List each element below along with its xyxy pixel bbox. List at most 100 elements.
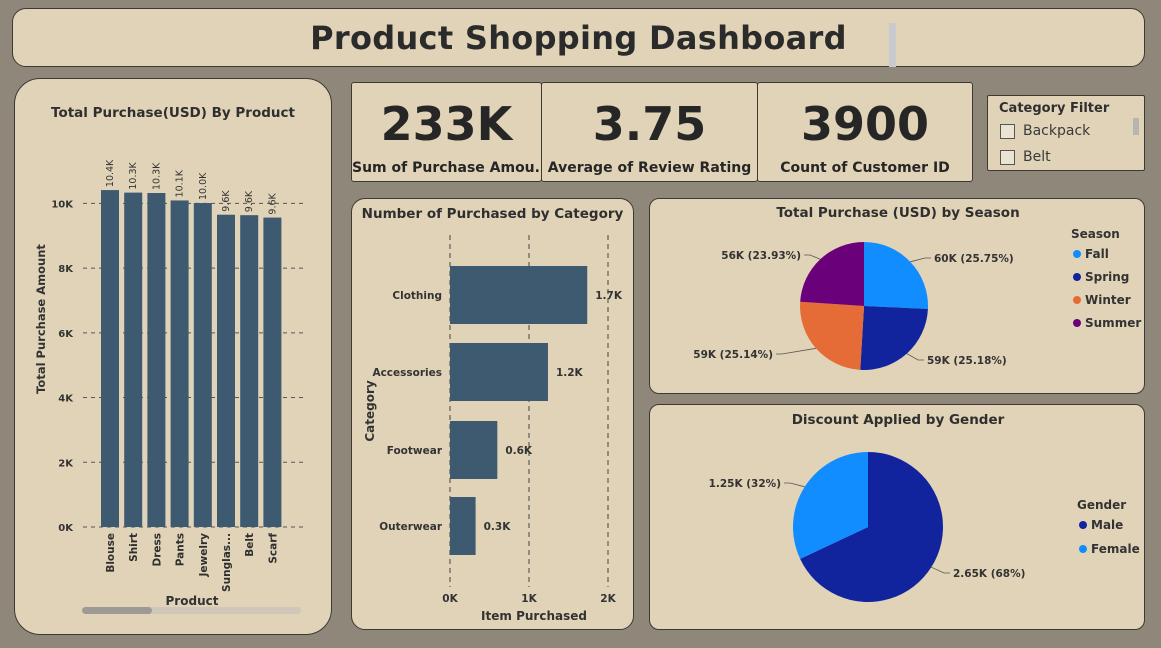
bar <box>124 192 143 528</box>
kpi-label: Count of Customer ID <box>780 160 950 176</box>
bar <box>450 343 548 401</box>
data-label: 1.7K <box>595 290 623 302</box>
legend-label: Fall <box>1085 247 1109 261</box>
data-label: 10.3K <box>151 162 162 190</box>
bar <box>240 215 259 527</box>
x-tick-label: Jewelry <box>198 533 210 578</box>
legend-label: Male <box>1091 518 1123 532</box>
data-label: 10.0K <box>198 172 209 200</box>
legend-marker <box>1079 545 1087 553</box>
leader-line <box>784 482 805 488</box>
pie-slice <box>864 242 928 310</box>
bar <box>450 497 476 555</box>
legend-title: Season <box>1071 227 1120 241</box>
dashboard-header: Product Shopping Dashboard <box>12 8 1145 67</box>
y-axis-title: Total Purchase Amount <box>34 244 48 394</box>
x-tick-label: Dress <box>151 533 163 567</box>
filter-item-belt[interactable]: Belt <box>1000 149 1051 165</box>
legend-label: Winter <box>1085 293 1131 307</box>
pie-slice <box>800 242 864 306</box>
product-bar-chart: 0K 2K 4K 6K 8K 10K 10.4K Blouse 10.3K Shirt 10.3K D… <box>34 159 303 608</box>
y-tick-label: Footwear <box>387 445 443 457</box>
x-tick-label: Scarf <box>267 533 279 564</box>
legend-label: Female <box>1091 542 1140 556</box>
leader-line <box>776 347 817 355</box>
legend-label: Spring <box>1085 270 1129 284</box>
bar <box>217 214 235 527</box>
kpi-value: 3900 <box>800 97 930 151</box>
data-label: 0.3K <box>484 521 512 533</box>
leader-line <box>931 566 950 574</box>
legend-label: Summer <box>1085 316 1141 330</box>
category-filter-slicer: Category Filter Backpack Belt <box>987 95 1145 171</box>
y-tick-label: Clothing <box>392 290 442 302</box>
checkbox[interactable] <box>1000 123 1015 139</box>
kpi-card-review-rating: 3.75 Average of Review Rating <box>541 82 758 182</box>
y-tick-label: 10K <box>51 199 74 210</box>
x-axis-title: Item Purchased <box>481 609 587 623</box>
filter-item-backpack[interactable]: Backpack <box>1000 123 1090 139</box>
x-tick-label: Sunglas... <box>221 533 233 592</box>
data-label: 10.4K <box>105 159 116 187</box>
x-tick-label: Belt <box>244 533 256 557</box>
leader-line <box>906 353 924 361</box>
kpi-label: Sum of Purchase Amou... <box>352 160 551 176</box>
season-pie-chart: 60K (25.75%) 59K (25.18%) 59K (25.14%) 56K … <box>693 227 1141 370</box>
data-label: 59K (25.14%) <box>693 349 773 361</box>
legend-title: Gender <box>1077 498 1126 512</box>
data-label: 0.6K <box>505 445 533 457</box>
filter-scrollbar[interactable] <box>1133 118 1139 135</box>
bar <box>450 266 588 324</box>
data-label: 9.6K <box>267 192 278 214</box>
y-tick-label: 4K <box>58 394 74 405</box>
horizontal-scrollbar[interactable] <box>82 607 301 614</box>
data-label: 60K (25.75%) <box>934 253 1014 265</box>
data-label: 10.3K <box>128 161 139 189</box>
pie-slice <box>860 306 928 370</box>
legend-marker <box>1073 273 1081 281</box>
scrollbar-thumb[interactable] <box>82 607 152 614</box>
bar <box>170 200 189 527</box>
gender-chart-card: Discount Applied by Gender 2.65K (68%) 1.… <box>649 404 1145 630</box>
kpi-value: 3.75 <box>592 97 707 151</box>
data-label: 9.6K <box>221 190 232 212</box>
x-tick-label: Shirt <box>128 533 140 562</box>
filter-item-label: Belt <box>1023 149 1051 165</box>
y-axis-title: Category <box>363 380 377 442</box>
category-bar-chart: 0K 1K 2K 1.7K Clothing 1.2K Accessories 0.6K Foo… <box>363 235 623 623</box>
kpi-label: Average of Review Rating <box>547 160 752 176</box>
bar <box>263 217 282 527</box>
data-label: 56K (23.93%) <box>721 250 801 262</box>
x-tick-label: Pants <box>175 533 187 566</box>
data-label: 1.2K <box>556 367 584 379</box>
data-label: 10.1K <box>175 169 186 197</box>
kpi-value: 233K <box>380 97 513 151</box>
legend-marker <box>1073 296 1081 304</box>
x-tick-label: 0K <box>442 593 458 605</box>
leader-line <box>804 254 821 260</box>
data-label: 59K (25.18%) <box>927 355 1007 367</box>
legend-marker <box>1073 250 1081 258</box>
data-label: 2.65K (68%) <box>953 568 1025 580</box>
legend-marker <box>1079 521 1087 529</box>
bar <box>101 190 119 527</box>
x-tick-label: 1K <box>521 593 537 605</box>
leader-line <box>910 257 931 263</box>
bar <box>147 193 166 527</box>
category-chart-card: Number of Purchased by Category 0K 1K 2K 1.… <box>351 198 634 630</box>
y-tick-label: 6K <box>58 329 74 340</box>
checkbox[interactable] <box>1000 149 1015 165</box>
page-title: Product Shopping Dashboard <box>310 19 847 57</box>
x-tick-label: Blouse <box>105 533 117 573</box>
bar <box>193 203 212 527</box>
x-tick-label: 2K <box>600 593 616 605</box>
bar <box>450 421 498 479</box>
pie-slice <box>800 301 864 370</box>
filter-item-label: Backpack <box>1023 123 1091 139</box>
data-label: 9.6K <box>244 190 255 212</box>
y-tick-label: Accessories <box>372 367 442 379</box>
text-cursor <box>889 23 896 67</box>
y-tick-label: 8K <box>58 264 74 275</box>
y-tick-label: 0K <box>58 523 74 534</box>
product-chart-card: Total Purchase(USD) By Product 0K 2K 4K 6K 8… <box>14 78 332 635</box>
